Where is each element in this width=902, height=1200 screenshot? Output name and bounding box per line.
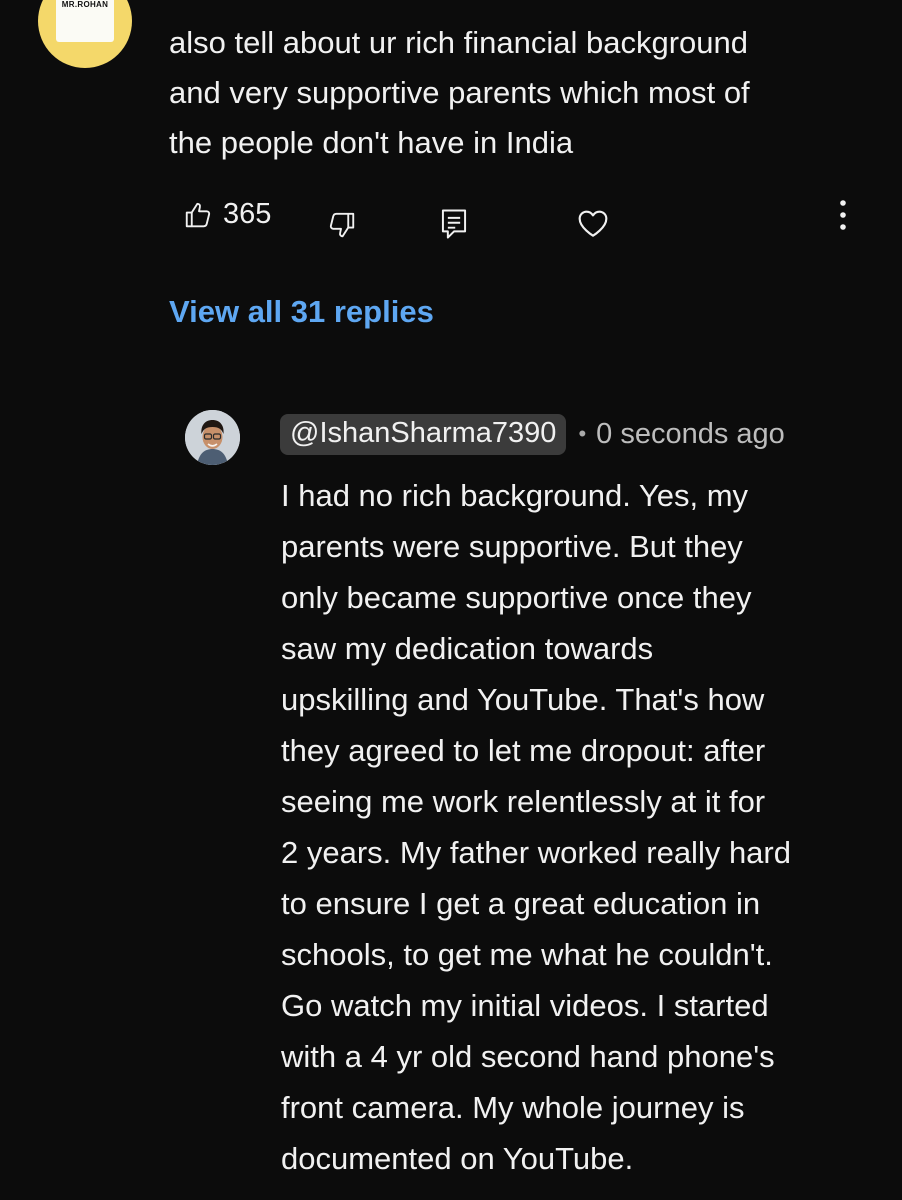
comment-actions-bar: 365: [0, 190, 902, 250]
heart-icon: [578, 210, 608, 237]
thumbs-up-icon: [185, 202, 211, 227]
more-options-icon: [840, 200, 846, 230]
channel-handle-chip[interactable]: @IshanSharma7390: [280, 413, 567, 455]
reply-avatar[interactable]: [185, 410, 240, 465]
reply-header: @IshanSharma7390 • 0 seconds ago: [280, 412, 785, 456]
avatar-logo-card: MR.ROHAN: [56, 0, 114, 42]
top-comment-text: also tell about ur rich financial backgr…: [169, 25, 750, 160]
more-options-button[interactable]: [836, 198, 850, 232]
reply-timestamp: 0 seconds ago: [596, 417, 785, 450]
view-replies-link[interactable]: View all 31 replies: [169, 294, 434, 330]
reply-text: I had no rich background. Yes, my parent…: [281, 478, 791, 1176]
header-separator: •: [578, 421, 587, 446]
avatar-logo-text: MR.ROHAN: [61, 0, 109, 9]
like-button[interactable]: 365: [183, 198, 271, 231]
reply-icon: [441, 209, 467, 239]
heart-button[interactable]: [577, 208, 609, 238]
person-avatar-icon: [185, 410, 240, 465]
dislike-button[interactable]: [327, 210, 357, 240]
reply-button[interactable]: [440, 208, 468, 240]
thumbs-down-icon: [329, 212, 355, 238]
top-comment-avatar[interactable]: MR.ROHAN: [38, 0, 132, 68]
like-count: 365: [223, 198, 272, 230]
